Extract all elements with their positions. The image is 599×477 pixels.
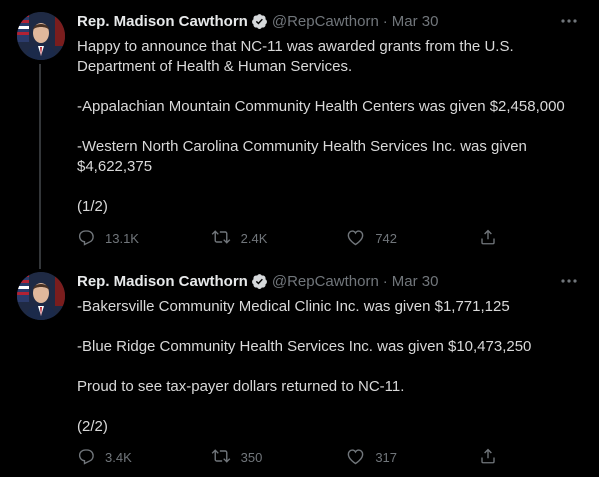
tweet[interactable]: Rep. Madison Cawthorn @RepCawthorn · Mar… — [0, 0, 599, 269]
author-name[interactable]: Rep. Madison Cawthorn — [77, 273, 248, 290]
tweet-actions: 13.1K 2.4K 742 — [77, 228, 507, 248]
reply-icon — [77, 447, 105, 468]
tweet-text-line — [77, 77, 587, 97]
tweet-text-line: (1/2) — [77, 198, 108, 215]
retweet-count: 350 — [240, 449, 263, 465]
tweet-header: Rep. Madison Cawthorn @RepCawthorn · Mar… — [77, 271, 438, 291]
tweet-text-line — [77, 117, 587, 137]
avatar[interactable] — [17, 12, 65, 60]
tweet-date[interactable]: Mar 30 — [392, 273, 439, 290]
heart-icon — [346, 447, 375, 468]
heart-icon — [346, 228, 375, 249]
reply-count: 3.4K — [105, 449, 132, 465]
reply-icon — [77, 228, 105, 249]
tweet[interactable]: Rep. Madison Cawthorn @RepCawthorn · Mar… — [0, 262, 599, 477]
like-button[interactable]: 742 — [346, 228, 479, 249]
reply-button[interactable]: 13.1K — [77, 228, 211, 249]
tweet-text-line: -Blue Ridge Community Health Services In… — [77, 338, 532, 355]
tweet-text: -Bakersville Community Medical Clinic In… — [77, 297, 587, 437]
more-icon[interactable] — [557, 272, 581, 290]
tweet-text-line — [77, 177, 587, 197]
retweet-button[interactable]: 2.4K — [211, 228, 347, 249]
tweet-text-line: Happy to announce that NC-11 was awarded… — [77, 38, 514, 55]
tweet-text-line: -Bakersville Community Medical Clinic In… — [77, 298, 510, 315]
tweet-text-line — [77, 397, 587, 417]
tweet-text-line: -Appalachian Mountain Community Health C… — [77, 98, 565, 115]
separator-dot: · — [382, 12, 388, 30]
retweet-button[interactable]: 350 — [211, 447, 347, 468]
like-button[interactable]: 317 — [346, 447, 479, 468]
like-count: 742 — [375, 230, 398, 246]
verified-badge-icon — [251, 273, 268, 290]
share-icon — [479, 447, 507, 468]
reply-count: 13.1K — [105, 230, 139, 246]
verified-badge-icon — [251, 13, 268, 30]
tweet-actions: 3.4K 350 317 — [77, 447, 507, 467]
author-handle[interactable]: @RepCawthorn — [272, 273, 379, 290]
retweet-count: 2.4K — [240, 230, 268, 246]
author-handle[interactable]: @RepCawthorn — [272, 13, 379, 30]
more-icon[interactable] — [557, 12, 581, 30]
retweet-icon — [211, 228, 241, 249]
reply-button[interactable]: 3.4K — [77, 447, 211, 468]
tweet-text-line — [77, 317, 587, 337]
share-icon — [479, 228, 507, 249]
tweet-text-line: Proud to see tax-payer dollars returned … — [77, 378, 405, 395]
like-count: 317 — [375, 449, 398, 465]
tweet-text-line: (2/2) — [77, 418, 108, 435]
separator-dot: · — [382, 272, 388, 290]
tweet-header: Rep. Madison Cawthorn @RepCawthorn · Mar… — [77, 11, 438, 31]
tweet-text-line: Department of Health & Human Services. — [77, 58, 353, 75]
tweet-text-line — [77, 357, 587, 377]
retweet-icon — [211, 447, 241, 468]
share-button[interactable] — [479, 228, 507, 249]
share-button[interactable] — [479, 447, 507, 468]
tweet-text: Happy to announce that NC-11 was awarded… — [77, 37, 587, 217]
thread-line — [39, 64, 41, 269]
tweet-text-line: -Western North Carolina Community Health… — [77, 138, 527, 155]
author-name[interactable]: Rep. Madison Cawthorn — [77, 13, 248, 30]
tweet-text-line: $4,622,375 — [77, 158, 153, 175]
tweet-date[interactable]: Mar 30 — [392, 13, 439, 30]
avatar[interactable] — [17, 272, 65, 320]
